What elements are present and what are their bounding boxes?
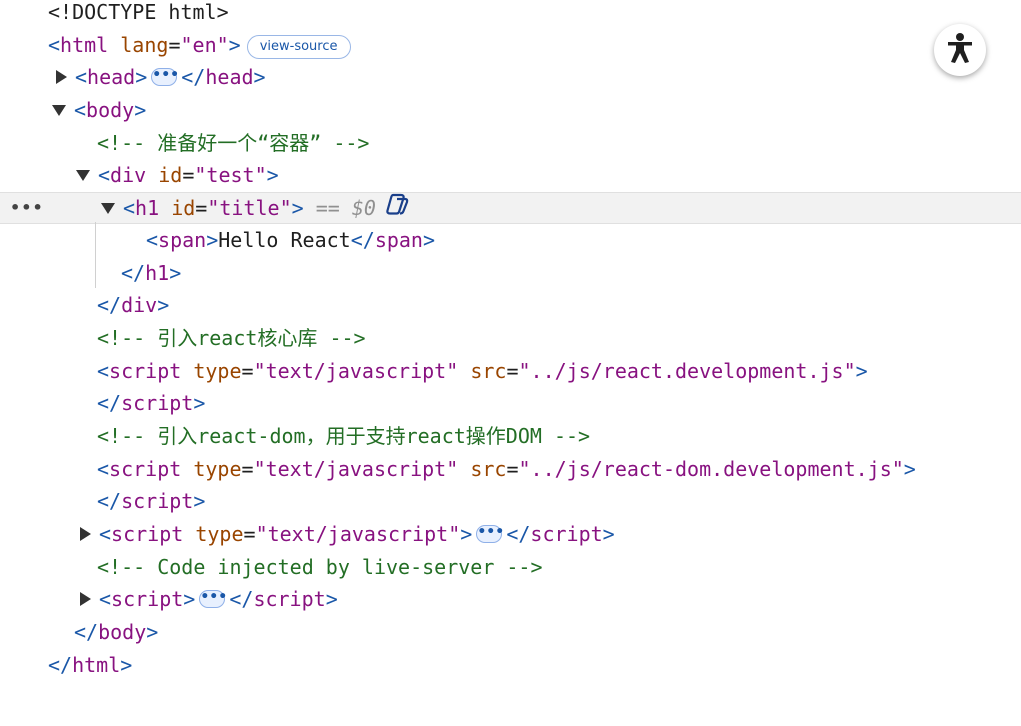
div-open-tag: <div id="test"> [76, 160, 279, 190]
row-more-options-icon[interactable]: ••• [10, 193, 43, 223]
script-react-dom-tag: <script type="text/javascript" src="../j… [97, 457, 916, 481]
head-tag: <head> ••• </head> [56, 62, 266, 92]
script-close-tag: </script> [97, 489, 206, 513]
h1-open-tag: <h1 id="title"> == $0 [101, 193, 410, 223]
script-inline-tag: <script type="text/javascript"> ••• </scri… [80, 519, 615, 549]
body-open-node[interactable]: <body> [0, 95, 1021, 125]
div-close-node[interactable]: </div> [0, 290, 1021, 320]
body-close-node[interactable]: </body> [0, 617, 1021, 647]
div-open-node[interactable]: <div id="test"> [0, 160, 1021, 190]
comment-node[interactable]: <!-- 引入react-dom，用于支持react操作DOM --> [0, 421, 1021, 451]
head-node[interactable]: <head> ••• </head> [0, 62, 1021, 92]
collapse-triangle-icon[interactable] [52, 104, 66, 116]
script-react-dom-node[interactable]: <script type="text/javascript" src="../j… [0, 454, 1021, 484]
div-close-tag: </div> [97, 293, 170, 317]
comment-live-server-text: <!-- Code injected by live-server --> [97, 555, 543, 579]
expand-triangle-icon[interactable] [80, 527, 91, 541]
script-inline-node[interactable]: <script type="text/javascript"> ••• </scri… [0, 519, 1021, 549]
accessibility-icon [945, 32, 975, 69]
script-close-tag: </script> [97, 391, 206, 415]
html-open-node[interactable]: <html lang="en"> view-source [0, 30, 1021, 60]
elements-tree-panel: <!DOCTYPE html> <html lang="en"> view-sou… [0, 0, 1021, 726]
selected-ref: $0 [351, 196, 376, 220]
doctype-text: <!DOCTYPE html> [48, 0, 229, 24]
collapsed-ellipsis-button[interactable]: ••• [199, 590, 227, 608]
doctype-node[interactable]: <!DOCTYPE html> [0, 0, 1021, 27]
html-open-tag: <html lang="en"> view-source [48, 30, 351, 60]
comment-react-dom-text: <!-- 引入react-dom，用于支持react操作DOM --> [97, 424, 591, 448]
html-close-node[interactable]: </html> [0, 650, 1021, 680]
collapse-triangle-icon[interactable] [101, 202, 115, 214]
view-source-button[interactable]: view-source [246, 34, 351, 59]
collapse-triangle-icon[interactable] [76, 169, 90, 181]
script-react-tag: <script type="text/javascript" src="../j… [97, 359, 868, 383]
script-src-link[interactable]: "../js/react-dom.development.js" [518, 457, 903, 481]
collapsed-ellipsis-button[interactable]: ••• [476, 525, 504, 543]
body-close-tag: </body> [74, 620, 159, 644]
comment-node[interactable]: <!-- 引入react核心库 --> [0, 323, 1021, 353]
comment-react-text: <!-- 引入react核心库 --> [97, 326, 366, 350]
body-open-tag: <body> [52, 95, 146, 125]
collapsed-ellipsis-button[interactable]: ••• [151, 68, 179, 86]
copilot-icon[interactable] [384, 192, 410, 224]
script-live-tag: <script> ••• </script> [80, 584, 338, 614]
html-close-tag: </html> [48, 653, 133, 677]
h1-close-node[interactable]: </h1> [0, 258, 1021, 288]
script-close-node[interactable]: </script> [0, 388, 1021, 418]
accessibility-button[interactable] [934, 24, 986, 76]
expand-triangle-icon[interactable] [80, 592, 91, 606]
comment-container-text: <!-- 准备好一个“容器” --> [97, 131, 370, 155]
span-node[interactable]: <span>Hello React</span> [0, 225, 1021, 255]
expand-triangle-icon[interactable] [56, 70, 67, 84]
script-react-node[interactable]: <script type="text/javascript" src="../j… [0, 356, 1021, 386]
span-element: <span>Hello React</span> [146, 228, 436, 252]
comment-node[interactable]: <!-- Code injected by live-server --> [0, 552, 1021, 582]
script-live-node[interactable]: <script> ••• </script> [0, 584, 1021, 614]
script-close-node[interactable]: </script> [0, 486, 1021, 516]
h1-close-tag: </h1> [121, 261, 182, 285]
comment-node[interactable]: <!-- 准备好一个“容器” --> [0, 128, 1021, 158]
script-src-link[interactable]: "../js/react.development.js" [518, 359, 855, 383]
selected-equals: == [315, 196, 340, 220]
h1-open-node-selected[interactable]: ••• <h1 id="title"> == $0 [0, 192, 1021, 224]
